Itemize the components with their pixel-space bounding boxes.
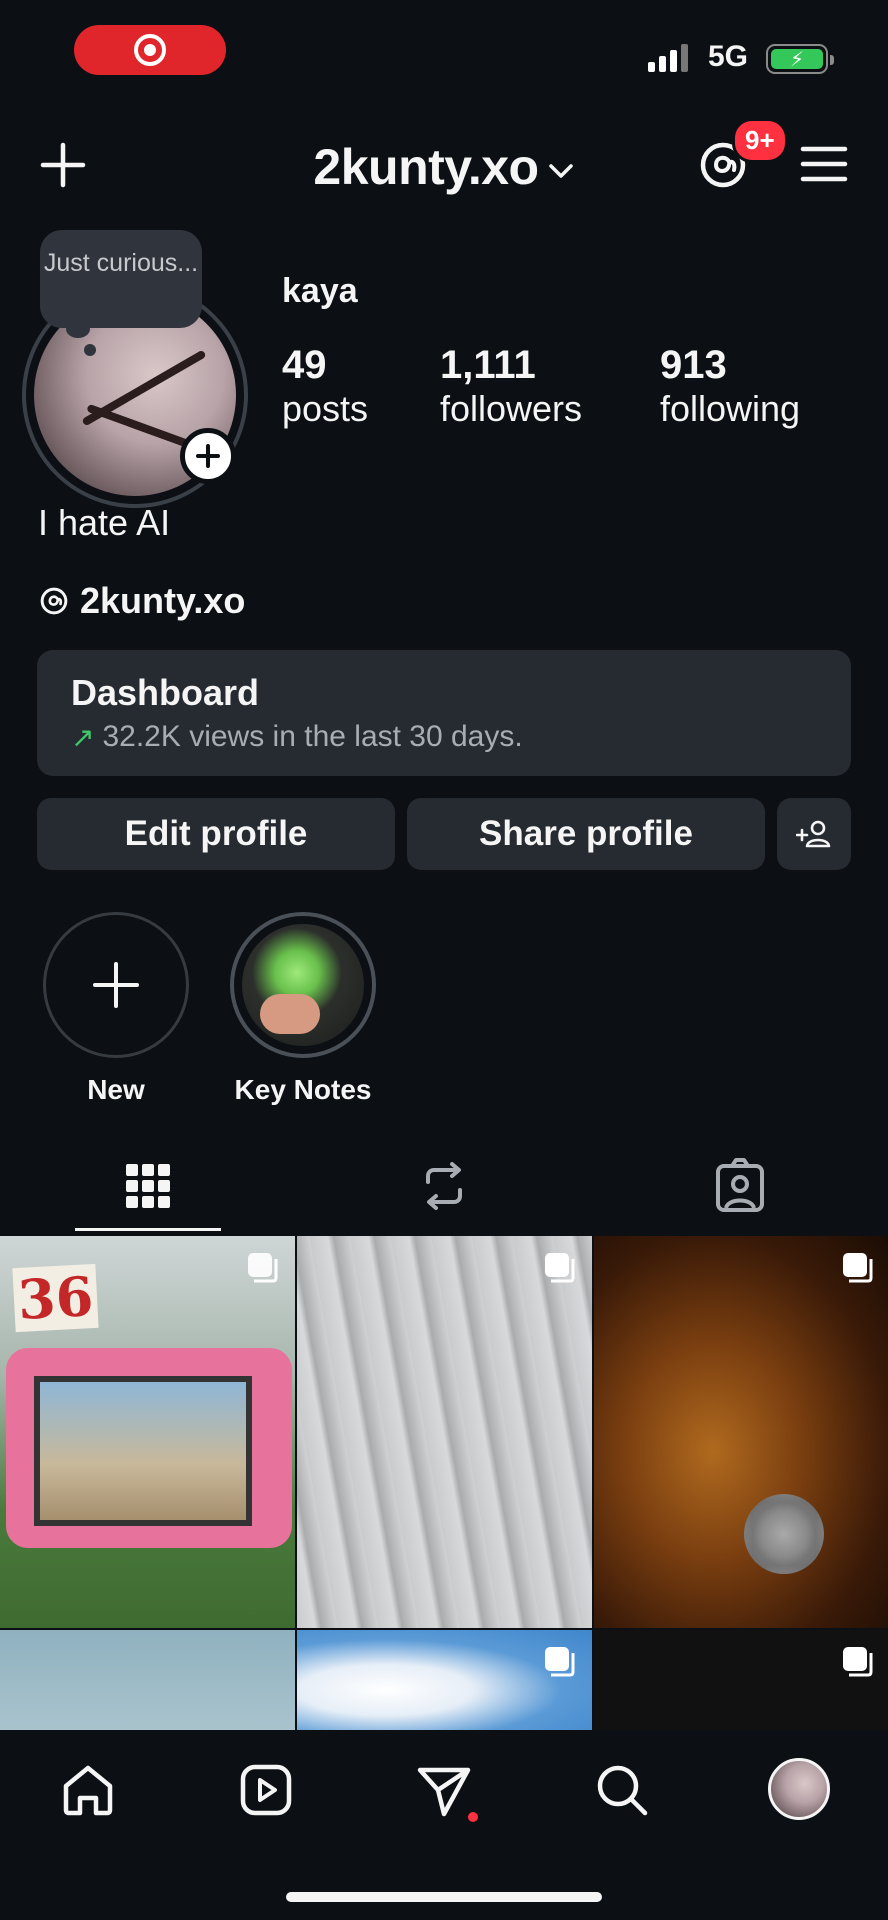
followers-count: 1,111 [440, 343, 536, 387]
followers-stat[interactable]: 1,111 followers [440, 342, 582, 430]
direct-messages-icon[interactable] [414, 1760, 474, 1820]
post-thumbnail[interactable] [594, 1236, 888, 1628]
charging-icon: ⚡ [771, 49, 823, 71]
notification-badge: 9+ [732, 118, 788, 163]
threads-icon [40, 587, 68, 615]
dashboard-subtitle: 32.2K views in the last 30 days. [102, 720, 523, 753]
carousel-icon [545, 1647, 575, 1677]
active-tab-indicator [75, 1228, 221, 1231]
note-bubble[interactable]: Just curious... [40, 230, 202, 328]
new-highlight-circle [43, 912, 189, 1058]
dashboard-subtitle-row: ↗ 32.2K views in the last 30 days. [71, 720, 817, 754]
record-icon [134, 34, 166, 66]
note-bubble-tail [66, 320, 90, 338]
signal-icon [648, 44, 688, 72]
profile-header: 2kunty.xo 9+ [0, 118, 888, 200]
floating-record-button[interactable] [744, 1494, 824, 1574]
carousel-icon [843, 1253, 873, 1283]
grid-icon[interactable] [118, 1156, 178, 1216]
profile-actions: Edit profile Share profile [37, 798, 851, 870]
screen-recording-indicator[interactable] [74, 25, 226, 75]
post-thumbnail[interactable] [0, 1630, 295, 1730]
post-thumbnail[interactable] [297, 1630, 592, 1730]
posts-count: 49 [282, 343, 327, 387]
threads-profile-link[interactable]: 2kunty.xo [38, 580, 245, 622]
highlight-new[interactable]: New [43, 912, 189, 1106]
note-bubble-tail [84, 344, 96, 356]
profile-content-tabs [0, 1146, 888, 1234]
highlight-cover [230, 912, 376, 1058]
header-username: 2kunty.xo [313, 139, 539, 195]
profile-tab-avatar[interactable] [768, 1758, 830, 1820]
posts-stat[interactable]: 49 posts [282, 342, 368, 430]
share-profile-button[interactable]: Share profile [407, 798, 765, 870]
display-name: kaya [282, 272, 358, 310]
highlight-label: New [87, 1074, 145, 1105]
tagged-icon[interactable] [710, 1156, 770, 1216]
bio-text: I hate AI [38, 502, 171, 543]
home-indicator[interactable] [286, 1892, 602, 1902]
following-stat[interactable]: 913 following [660, 342, 800, 430]
menu-icon[interactable] [800, 144, 848, 184]
following-count: 913 [660, 343, 727, 387]
carousel-icon [545, 1253, 575, 1283]
add-person-icon [796, 820, 831, 848]
battery-icon: ⚡ [766, 44, 834, 74]
edit-profile-button[interactable]: Edit profile [37, 798, 395, 870]
trend-up-icon: ↗ [71, 721, 95, 753]
followers-label: followers [440, 388, 583, 429]
search-icon[interactable] [592, 1760, 652, 1820]
post-thumbnail[interactable] [297, 1236, 592, 1628]
status-bar: 5G ⚡ [0, 0, 888, 110]
note-text: Just curious... [43, 249, 199, 277]
chevron-down-icon [548, 164, 573, 178]
posts-grid: 36 [0, 1236, 888, 1730]
posts-label: posts [282, 388, 369, 429]
add-story-button[interactable] [180, 428, 236, 484]
network-type: 5G [708, 40, 749, 73]
post-overlay-text: 36 [12, 1263, 99, 1333]
discover-people-button[interactable] [777, 798, 851, 870]
carousel-icon [248, 1253, 278, 1283]
post-thumbnail[interactable]: 36 [0, 1236, 295, 1628]
highlight-label: Key Notes [234, 1074, 372, 1105]
threads-handle: 2kunty.xo [80, 580, 246, 621]
carousel-icon [843, 1647, 873, 1677]
unread-dot [468, 1812, 478, 1822]
plus-icon [93, 962, 139, 1008]
post-thumbnail[interactable] [594, 1630, 888, 1730]
plus-icon [196, 444, 220, 468]
reels-icon[interactable] [236, 1760, 296, 1820]
following-label: following [660, 388, 801, 429]
professional-dashboard[interactable]: Dashboard ↗ 32.2K views in the last 30 d… [37, 650, 851, 776]
reposts-icon[interactable] [414, 1156, 474, 1216]
highlight-key-notes[interactable]: Key Notes [230, 912, 376, 1106]
home-icon[interactable] [58, 1760, 118, 1820]
dashboard-title: Dashboard [71, 672, 260, 713]
